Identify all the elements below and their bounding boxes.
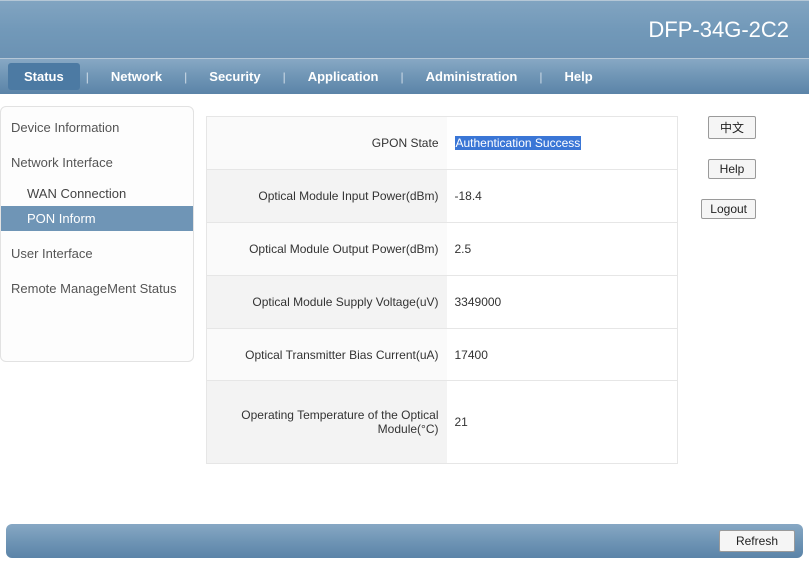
- sidebar-panel: Device Information Network Interface WAN…: [0, 106, 194, 362]
- nav-separator: |: [277, 70, 292, 84]
- pon-info-table: GPON State Authentication Success Optica…: [206, 116, 678, 464]
- header-banner: DFP-34G-2C2: [0, 0, 809, 58]
- row-value-operating-temperature: 21: [447, 381, 678, 464]
- nav-status[interactable]: Status: [8, 63, 80, 90]
- row-value-input-power: -18.4: [447, 169, 678, 222]
- row-value-supply-voltage: 3349000: [447, 275, 678, 328]
- nav-administration[interactable]: Administration: [410, 63, 534, 90]
- row-label-supply-voltage: Optical Module Supply Voltage(uV): [207, 275, 447, 328]
- nav-separator: |: [395, 70, 410, 84]
- sidebar-item-user-interface[interactable]: User Interface: [1, 241, 193, 266]
- logout-button[interactable]: Logout: [701, 199, 756, 219]
- row-value-output-power: 2.5: [447, 222, 678, 275]
- language-button[interactable]: 中文: [708, 116, 756, 139]
- content-area: Device Information Network Interface WAN…: [0, 94, 809, 474]
- help-button[interactable]: Help: [708, 159, 756, 179]
- sidebar-item-remote-management-status[interactable]: Remote ManageMent Status: [1, 276, 193, 301]
- action-sidebar: 中文 Help Logout: [692, 116, 758, 464]
- row-label-output-power: Optical Module Output Power(dBm): [207, 222, 447, 275]
- device-model-title: DFP-34G-2C2: [648, 17, 789, 43]
- nav-separator: |: [178, 70, 193, 84]
- main-nav: Status | Network | Security | Applicatio…: [0, 58, 809, 94]
- row-label-operating-temperature: Operating Temperature of the Optical Mod…: [207, 381, 447, 464]
- sidebar-item-network-interface[interactable]: Network Interface: [1, 150, 193, 175]
- row-value-gpon-state: Authentication Success: [447, 117, 678, 170]
- gpon-state-highlight: Authentication Success: [455, 136, 582, 150]
- sidebar-item-device-info[interactable]: Device Information: [1, 115, 193, 140]
- nav-security[interactable]: Security: [193, 63, 276, 90]
- row-label-bias-current: Optical Transmitter Bias Current(uA): [207, 328, 447, 381]
- sidebar-item-pon-inform[interactable]: PON Inform: [1, 206, 193, 231]
- sidebar: Device Information Network Interface WAN…: [0, 98, 200, 474]
- row-label-gpon-state: GPON State: [207, 117, 447, 170]
- nav-network[interactable]: Network: [95, 63, 178, 90]
- row-value-bias-current: 17400: [447, 328, 678, 381]
- sidebar-item-wan-connection[interactable]: WAN Connection: [1, 181, 193, 206]
- nav-application[interactable]: Application: [292, 63, 395, 90]
- nav-separator: |: [533, 70, 548, 84]
- row-label-input-power: Optical Module Input Power(dBm): [207, 169, 447, 222]
- main-panel: GPON State Authentication Success Optica…: [200, 98, 809, 474]
- nav-help[interactable]: Help: [548, 63, 608, 90]
- nav-separator: |: [80, 70, 95, 84]
- refresh-button[interactable]: Refresh: [719, 530, 795, 552]
- footer-bar: Refresh: [6, 524, 803, 558]
